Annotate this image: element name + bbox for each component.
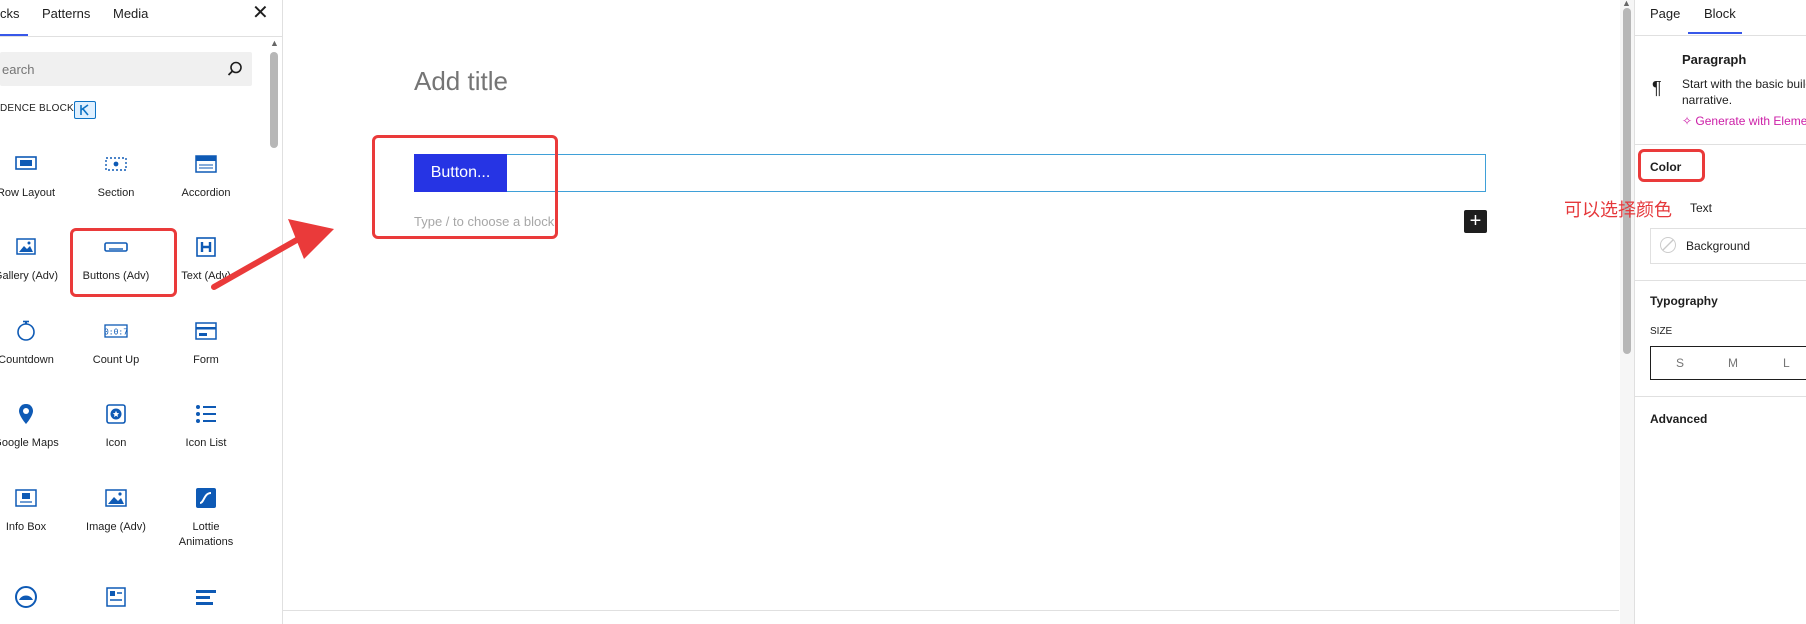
sidebar-tabs-divider (1634, 35, 1806, 36)
block-image-adv[interactable]: Image (Adv) (71, 484, 161, 535)
generate-with-elementor-link[interactable]: ✧ Generate with Eleme (1682, 114, 1806, 128)
annotation-arrow-icon (211, 219, 334, 290)
progress-circle-icon (0, 583, 71, 611)
block-label: Section (97, 187, 135, 199)
block-card-description: Start with the basic build all narrative… (1682, 77, 1806, 107)
table-of-contents-icon (161, 583, 251, 611)
map-pin-icon (0, 400, 71, 428)
posts-icon (71, 583, 161, 611)
generate-link-label: Generate with Eleme (1695, 114, 1806, 128)
block-info-box[interactable]: Info Box (0, 484, 71, 535)
scroll-up-arrow-icon[interactable]: ▲ (270, 38, 279, 48)
post-title-placeholder[interactable]: Add title (414, 66, 508, 97)
annotation-box-buttons-adv (70, 228, 177, 297)
block-label: Info Box (5, 521, 47, 533)
block-icon[interactable]: Icon (71, 400, 161, 451)
canvas-scroll-thumb[interactable] (1623, 8, 1631, 354)
color-text-option[interactable]: Text (1690, 201, 1712, 215)
block-label: Count Up (92, 354, 140, 366)
form-icon (161, 317, 251, 345)
annotation-note: 可以选择颜色 (1564, 200, 1672, 221)
block-row6-col2[interactable] (71, 583, 161, 611)
search-icon[interactable] (226, 60, 244, 78)
block-row6-col3[interactable] (161, 583, 251, 611)
font-size-label: SIZE (1650, 326, 1673, 337)
font-size-medium[interactable]: M (1728, 356, 1738, 370)
icon-list-icon (161, 400, 251, 428)
add-block-button[interactable]: + (1464, 210, 1487, 233)
font-size-large[interactable]: L (1783, 356, 1790, 370)
block-form[interactable]: Form (161, 317, 251, 368)
gallery-icon (0, 233, 71, 261)
block-google-maps[interactable]: Google Maps (0, 400, 71, 451)
row-layout-icon (0, 150, 71, 178)
star-icon (71, 400, 161, 428)
canvas-bottom-border (283, 610, 1619, 611)
active-tab-indicator (1688, 32, 1742, 34)
tabs-divider (0, 36, 282, 37)
block-label: Google Maps (0, 437, 59, 449)
panel-divider (1634, 396, 1806, 397)
buttons-block-container[interactable] (414, 154, 1486, 192)
block-label: Gallery (Adv) (0, 270, 59, 282)
empty-color-swatch-icon (1660, 237, 1676, 253)
tab-block[interactable]: Block (1704, 6, 1736, 21)
search-field (0, 52, 252, 86)
block-label: Lottie Animations (178, 521, 234, 548)
block-row6-col1[interactable] (0, 583, 71, 611)
block-countdown[interactable]: Countdown (0, 317, 71, 368)
font-size-small[interactable]: S (1676, 356, 1684, 370)
kadence-logo-icon (74, 101, 96, 119)
annotation-box-button-block (372, 135, 558, 239)
inserter-scroll-thumb[interactable] (270, 52, 278, 148)
block-inserter-panel: cks Patterns Media ✕ DENCE BLOCKS ▲ Row … (0, 0, 283, 624)
block-label: Icon (105, 437, 127, 449)
svg-text:0:0:7: 0:0:7 (104, 328, 128, 337)
paragraph-icon: ¶ (1652, 78, 1662, 98)
block-label: Accordion (181, 187, 231, 199)
block-gallery-adv[interactable]: Gallery (Adv) (0, 233, 71, 284)
advanced-section-title[interactable]: Advanced (1650, 412, 1707, 426)
image-icon (71, 484, 161, 512)
close-icon[interactable]: ✕ (252, 2, 269, 24)
accordion-icon (161, 150, 251, 178)
tab-blocks[interactable]: cks (0, 6, 20, 21)
category-label: DENCE BLOCKS (0, 103, 81, 114)
block-lottie-animations[interactable]: Lottie Animations (161, 484, 251, 550)
section-icon (71, 150, 161, 178)
panel-divider (1634, 144, 1806, 145)
search-input[interactable] (0, 52, 212, 86)
block-section[interactable]: Section (71, 150, 161, 201)
sparkle-icon: ✧ (1682, 114, 1696, 128)
panel-divider (1634, 280, 1806, 281)
tab-patterns[interactable]: Patterns (42, 6, 90, 21)
tab-page[interactable]: Page (1650, 6, 1680, 21)
block-label: Countdown (0, 354, 54, 366)
block-label: Form (193, 354, 219, 366)
countdown-icon (0, 317, 71, 345)
block-row-layout[interactable]: Row Layout (0, 150, 71, 201)
block-card-title: Paragraph (1682, 52, 1747, 67)
scroll-up-arrow-icon[interactable]: ▲ (1622, 0, 1631, 8)
block-label: Icon List (185, 437, 227, 449)
count-up-icon: 0:0:7 (71, 317, 161, 345)
annotation-box-color (1638, 149, 1705, 182)
lottie-icon (161, 484, 251, 512)
block-label: Row Layout (0, 187, 56, 199)
block-accordion[interactable]: Accordion (161, 150, 251, 201)
block-label: Image (Adv) (86, 521, 146, 533)
block-icon-list[interactable]: Icon List (161, 400, 251, 451)
block-count-up[interactable]: 0:0:7 Count Up (71, 317, 161, 368)
background-label: Background (1686, 239, 1751, 253)
tab-media[interactable]: Media (113, 6, 148, 21)
info-box-icon (0, 484, 71, 512)
typography-section-title[interactable]: Typography (1650, 294, 1718, 308)
